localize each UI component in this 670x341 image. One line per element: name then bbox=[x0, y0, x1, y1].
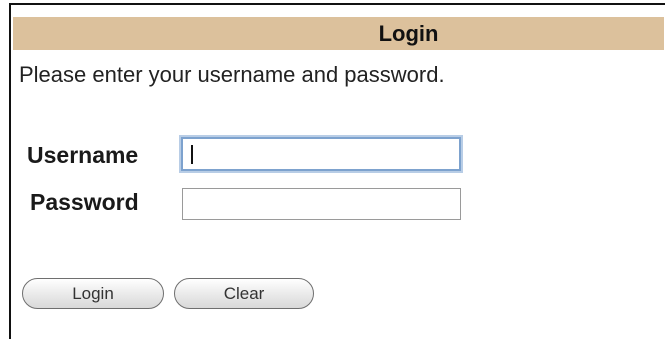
login-title: Login bbox=[378, 21, 439, 46]
text-cursor bbox=[191, 145, 193, 164]
login-button[interactable]: Login bbox=[22, 278, 164, 309]
login-instructions: Please enter your username and password. bbox=[19, 62, 445, 87]
login-header-bar: Login bbox=[13, 17, 664, 50]
password-input[interactable] bbox=[182, 188, 461, 220]
clear-button[interactable]: Clear bbox=[174, 278, 314, 309]
username-label: Username bbox=[27, 142, 139, 168]
username-input[interactable] bbox=[181, 137, 461, 171]
password-label: Password bbox=[30, 189, 139, 215]
